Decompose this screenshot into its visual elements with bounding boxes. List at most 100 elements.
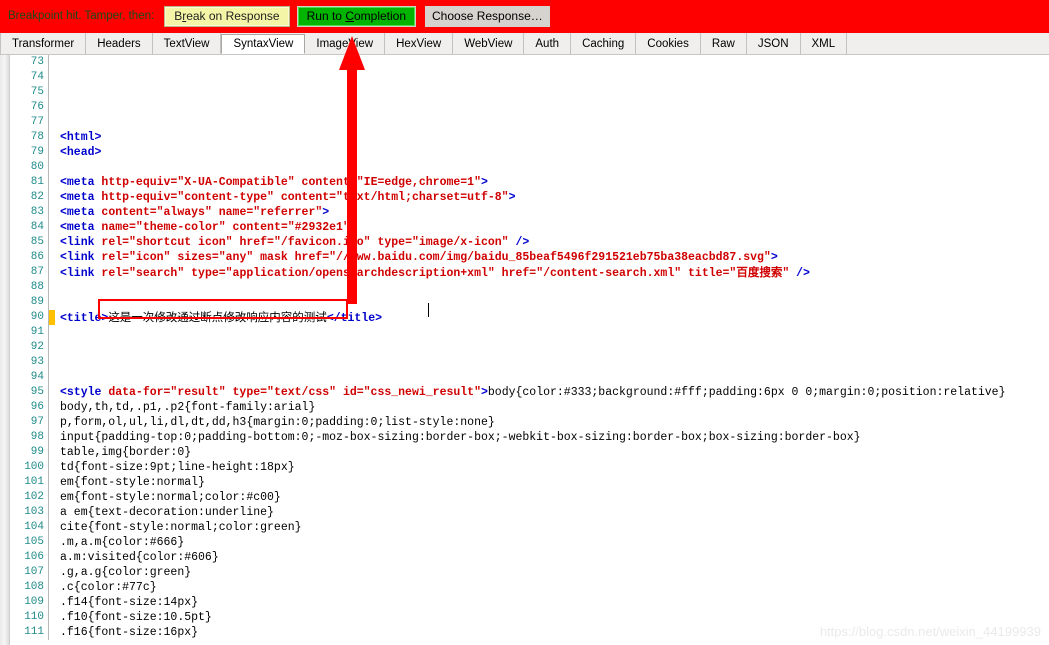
code-line[interactable]: 75 <box>10 85 1049 100</box>
gutter-cell[interactable] <box>48 175 55 190</box>
gutter-cell[interactable] <box>48 505 55 520</box>
code-line[interactable]: 87 <link rel="search" type="application/… <box>10 265 1049 280</box>
gutter-cell[interactable] <box>48 520 55 535</box>
gutter-cell[interactable] <box>48 430 55 445</box>
code-line[interactable]: 85 <link rel="shortcut icon" href="/favi… <box>10 235 1049 250</box>
gutter-cell[interactable] <box>48 625 55 640</box>
gutter-cell[interactable] <box>48 280 55 295</box>
gutter-cell[interactable] <box>48 70 55 85</box>
run-to-completion-button[interactable]: Run to Completion <box>296 6 417 27</box>
code-line[interactable]: 105 .m,a.m{color:#666} <box>10 535 1049 550</box>
gutter-cell[interactable] <box>48 85 55 100</box>
tab-headers[interactable]: Headers <box>86 33 153 54</box>
gutter-cell[interactable] <box>48 220 55 235</box>
code-line[interactable]: 80 <box>10 160 1049 175</box>
vertical-scrollbar[interactable] <box>0 55 10 645</box>
tab-cookies[interactable]: Cookies <box>636 33 701 54</box>
code-line[interactable]: 101 em{font-style:normal} <box>10 475 1049 490</box>
tab-transformer[interactable]: Transformer <box>0 33 87 54</box>
gutter-cell[interactable] <box>48 340 55 355</box>
code-line[interactable]: 91 <box>10 325 1049 340</box>
code-line[interactable]: 109 .f14{font-size:14px} <box>10 595 1049 610</box>
gutter-cell[interactable] <box>48 400 55 415</box>
code-line[interactable]: 73 <box>10 55 1049 70</box>
gutter-cell[interactable] <box>48 100 55 115</box>
code-line[interactable]: 92 <box>10 340 1049 355</box>
code-line[interactable]: 102 em{font-style:normal;color:#c00} <box>10 490 1049 505</box>
code-line[interactable]: 100 td{font-size:9pt;line-height:18px} <box>10 460 1049 475</box>
code-lines-container[interactable]: 73 74 75 76 77 78 <html> 79 <head> 80 81 <meta ht… <box>10 55 1049 645</box>
tab-raw[interactable]: Raw <box>700 33 747 54</box>
gutter-cell[interactable] <box>48 385 55 400</box>
gutter-cell[interactable] <box>48 580 55 595</box>
line-number: 79 <box>30 146 44 158</box>
gutter-cell[interactable] <box>48 475 55 490</box>
gutter-cell[interactable] <box>48 130 55 145</box>
code-line[interactable]: 79 <head> <box>10 145 1049 160</box>
line-number: 107 <box>24 566 44 578</box>
code-line[interactable]: 106 a.m:visited{color:#606} <box>10 550 1049 565</box>
tab-imageview[interactable]: ImageView <box>305 33 386 54</box>
choose-response-button[interactable]: Choose Response… <box>425 6 550 27</box>
tab-json[interactable]: JSON <box>746 33 801 54</box>
code-line[interactable]: 99 table,img{border:0} <box>10 445 1049 460</box>
gutter-cell[interactable] <box>48 355 55 370</box>
gutter-cell[interactable] <box>48 445 55 460</box>
gutter-cell[interactable] <box>48 160 55 175</box>
code-line[interactable]: 110 .f10{font-size:10.5pt} <box>10 610 1049 625</box>
code-line[interactable]: 88 <box>10 280 1049 295</box>
gutter-cell[interactable] <box>48 190 55 205</box>
gutter-cell[interactable] <box>48 325 55 340</box>
code-line[interactable]: 76 <box>10 100 1049 115</box>
tab-xml[interactable]: XML <box>800 33 848 54</box>
gutter-cell[interactable] <box>48 205 55 220</box>
gutter-cell[interactable] <box>48 565 55 580</box>
code-line[interactable]: 95 <style data-for="result" type="text/cs… <box>10 385 1049 400</box>
tab-textview[interactable]: TextView <box>152 33 222 54</box>
line-number: 73 <box>30 56 44 68</box>
code-line[interactable]: 86 <link rel="icon" sizes="any" mask hre… <box>10 250 1049 265</box>
code-line[interactable]: 78 <html> <box>10 130 1049 145</box>
gutter-cell[interactable] <box>48 610 55 625</box>
gutter-cell[interactable] <box>48 115 55 130</box>
gutter-cell[interactable] <box>48 250 55 265</box>
tab-caching[interactable]: Caching <box>571 33 637 54</box>
breakpoint-marker[interactable] <box>48 310 55 325</box>
code-line[interactable]: 108 .c{color:#77c} <box>10 580 1049 595</box>
gutter-cell[interactable] <box>48 535 55 550</box>
code-line[interactable]: 90 <title>这是一次修改通过断点修改响应内容的测试</title> <box>10 310 1049 325</box>
gutter-cell[interactable] <box>48 55 55 70</box>
code-line[interactable]: 89 <box>10 295 1049 310</box>
tab-webview[interactable]: WebView <box>453 33 525 54</box>
code-line[interactable]: 104 cite{font-style:normal;color:green} <box>10 520 1049 535</box>
code-line[interactable]: 83 <meta content="always" name="referrer… <box>10 205 1049 220</box>
code-line[interactable]: 77 <box>10 115 1049 130</box>
code-line[interactable]: 82 <meta http-equiv="content-type" conte… <box>10 190 1049 205</box>
code-line[interactable]: 103 a em{text-decoration:underline} <box>10 505 1049 520</box>
tab-hexview[interactable]: HexView <box>385 33 454 54</box>
code-line[interactable]: 98 input{padding-top:0;padding-bottom:0;-… <box>10 430 1049 445</box>
gutter-cell[interactable] <box>48 145 55 160</box>
code-line[interactable]: 96 body,th,td,.p1,.p2{font-family:arial} <box>10 400 1049 415</box>
code-token-plain: table,img{border:0} <box>60 446 192 459</box>
code-line[interactable]: 107 .g,a.g{color:green} <box>10 565 1049 580</box>
code-line[interactable]: 84 <meta name="theme-color" content="#29… <box>10 220 1049 235</box>
code-line[interactable]: 81 <meta http-equiv="X-UA-Compatible" co… <box>10 175 1049 190</box>
gutter-cell[interactable] <box>48 460 55 475</box>
gutter-cell[interactable] <box>48 235 55 250</box>
code-line[interactable]: 94 <box>10 370 1049 385</box>
gutter-cell[interactable] <box>48 550 55 565</box>
gutter-cell[interactable] <box>48 595 55 610</box>
gutter-cell[interactable] <box>48 490 55 505</box>
gutter-cell[interactable] <box>48 265 55 280</box>
gutter-cell[interactable] <box>48 295 55 310</box>
tab-auth[interactable]: Auth <box>524 33 572 54</box>
break-on-response-button[interactable]: Break on Response <box>164 6 290 27</box>
gutter-cell[interactable] <box>48 415 55 430</box>
code-line[interactable]: 97 p,form,ol,ul,li,dl,dt,dd,h3{margin:0;p… <box>10 415 1049 430</box>
tab-syntaxview[interactable]: SyntaxView <box>221 34 306 54</box>
code-line[interactable]: 74 <box>10 70 1049 85</box>
code-line[interactable]: 93 <box>10 355 1049 370</box>
code-line-text: em{font-style:normal} <box>55 475 205 490</box>
gutter-cell[interactable] <box>48 370 55 385</box>
